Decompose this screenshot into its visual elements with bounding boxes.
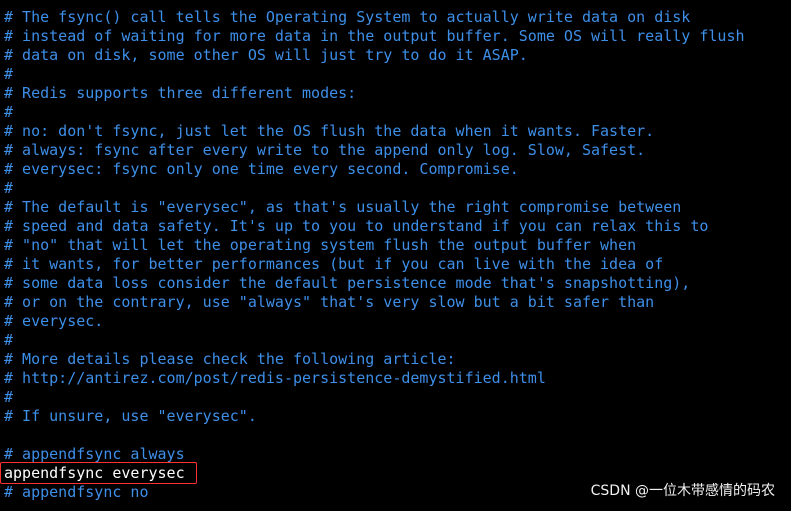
config-line-blank (4, 426, 791, 445)
terminal-window[interactable]: # The fsync() call tells the Operating S… (0, 0, 791, 511)
config-line: # "no" that will let the operating syste… (4, 236, 637, 254)
config-line: # data on disk, some other OS will just … (4, 46, 528, 64)
config-line: # speed and data safety. It's up to you … (4, 217, 709, 235)
config-line: # instead of waiting for more data in th… (4, 27, 745, 45)
config-line: # (4, 103, 14, 121)
config-line: # always: fsync after every write to the… (4, 141, 646, 159)
config-line: # everysec. (4, 312, 104, 330)
config-line: # (4, 179, 14, 197)
config-line: # appendfsync always (4, 445, 185, 463)
config-line: # everysec: fsync only one time every se… (4, 160, 519, 178)
config-line: # If unsure, use "everysec". (4, 407, 257, 425)
config-line: # (4, 65, 14, 83)
config-line: # no: don't fsync, just let the OS flush… (4, 122, 655, 140)
watermark: CSDN @一位木带感情的码农 (590, 483, 775, 499)
config-line: # (4, 331, 14, 349)
config-line: # http://antirez.com/post/redis-persiste… (4, 369, 546, 387)
config-line: # The default is "everysec", as that's u… (4, 198, 682, 216)
config-line: # More details please check the followin… (4, 350, 456, 368)
active-config-line[interactable]: appendfsync everysec (4, 464, 791, 483)
config-file-content[interactable]: # The fsync() call tells the Operating S… (4, 8, 791, 502)
config-line: # some data loss consider the default pe… (4, 274, 691, 292)
config-line: # Redis supports three different modes: (4, 84, 357, 102)
config-line: # The fsync() call tells the Operating S… (4, 8, 691, 26)
config-line: # it wants, for better performances (but… (4, 255, 664, 273)
config-line: # or on the contrary, use "always" that'… (4, 293, 655, 311)
config-line: # (4, 388, 14, 406)
